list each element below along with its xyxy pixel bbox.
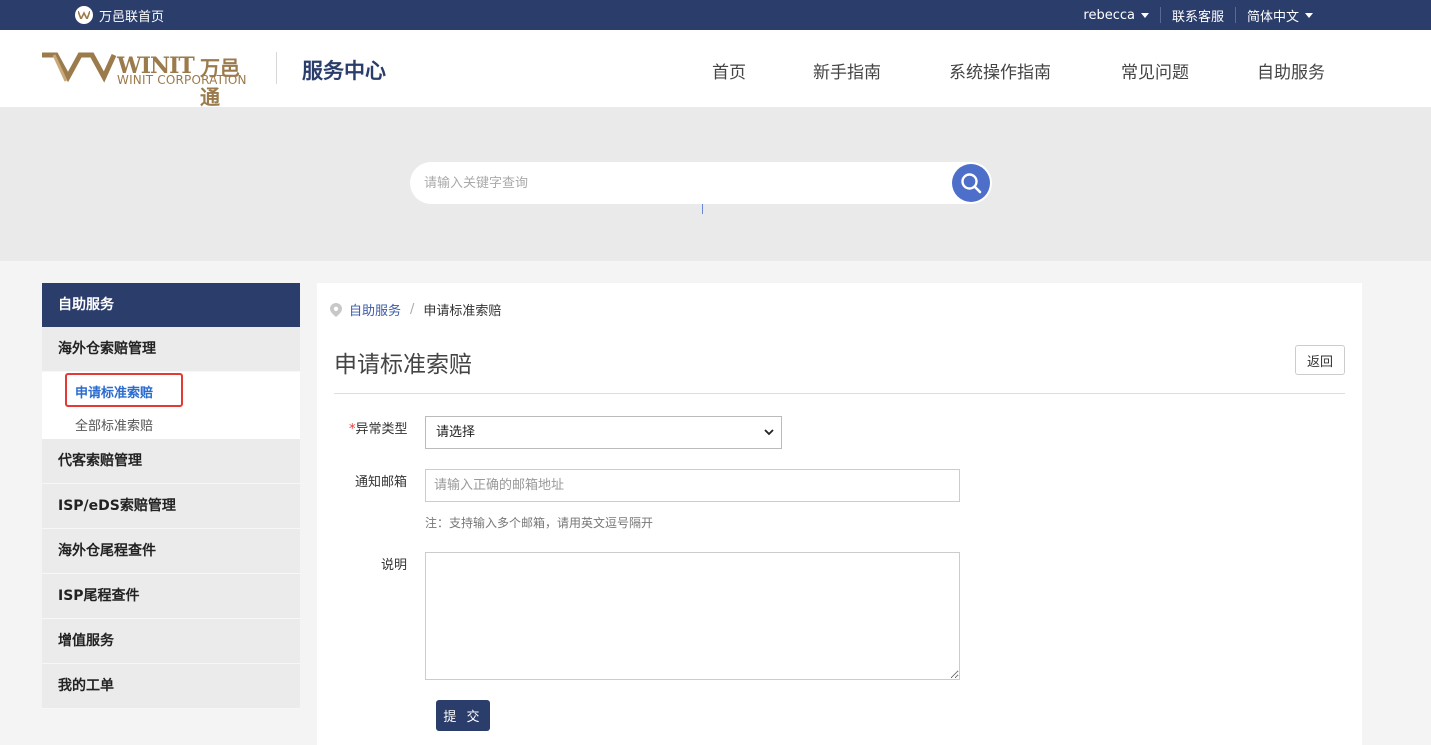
location-pin-icon (330, 302, 342, 317)
submit-button[interactable]: 提 交 (436, 700, 490, 731)
language-label: 简体中文 (1246, 9, 1299, 25)
description-textarea[interactable] (425, 552, 960, 680)
page-title: 申请标准索赔 (334, 352, 472, 378)
support-link[interactable]: 联系客服 (1161, 6, 1235, 25)
exception-type-select[interactable]: 请选择 (425, 416, 782, 449)
top-bar: 万邑联首页 rebecca 联系客服 简体中文 (0, 0, 1431, 30)
chevron-down-icon (764, 429, 774, 436)
user-menu[interactable]: rebecca (1072, 8, 1160, 23)
main-panel: 自助服务 / 申请标准索赔 申请标准索赔 返回 *异常类型 请选择 通知邮箱 注… (317, 283, 1362, 745)
back-button[interactable]: 返回 (1295, 345, 1345, 375)
nav-faq[interactable]: 常见问题 (1121, 58, 1189, 83)
winit-mark-icon (42, 52, 116, 83)
breadcrumb-separator: / (410, 302, 415, 317)
brand-logo[interactable]: WINIT 万邑通 WINIT CORPORATION (42, 51, 252, 109)
sidebar-group-overseas-claims[interactable]: 海外仓索赔管理 (42, 327, 300, 372)
sidebar-group-isp-eds-claims[interactable]: ISP/eDS索赔管理 (42, 484, 300, 529)
search-banner (0, 107, 1431, 261)
nav-home[interactable]: 首页 (712, 58, 746, 83)
sidebar-group-value-added[interactable]: 增值服务 (42, 619, 300, 664)
search-button[interactable] (952, 164, 990, 202)
site-title: 服务中心 (302, 59, 386, 83)
breadcrumb-current: 申请标准索赔 (423, 304, 502, 319)
email-field[interactable] (425, 469, 960, 502)
sidebar-item-all-standard-claims[interactable]: 全部标准索赔 (75, 415, 153, 434)
text-cursor (702, 204, 703, 214)
user-name: rebecca (1083, 7, 1135, 23)
site-header: WINIT 万邑通 WINIT CORPORATION 服务中心 首页 新手指南… (0, 30, 1431, 109)
home-link-label: 万邑联首页 (99, 9, 165, 25)
sidebar-group-isp-tracking[interactable]: ISP尾程查件 (42, 574, 300, 619)
support-label: 联系客服 (1171, 9, 1224, 25)
exception-type-label: *异常类型 (349, 418, 408, 437)
sidebar-group-agent-claims[interactable]: 代客索赔管理 (42, 439, 300, 484)
sidebar-item-apply-standard-claim[interactable]: 申请标准索赔 (75, 382, 153, 401)
sidebar-header: 自助服务 (42, 283, 300, 327)
description-label: 说明 (381, 558, 408, 573)
search-icon (961, 173, 982, 194)
header-divider (276, 52, 277, 84)
search-input[interactable] (424, 173, 944, 193)
brand-corp: WINIT CORPORATION (117, 73, 247, 87)
exception-type-label-text: 异常类型 (355, 422, 408, 437)
chevron-down-icon (1140, 12, 1149, 18)
nav-self-service[interactable]: 自助服务 (1257, 58, 1325, 83)
sidebar: 自助服务 海外仓索赔管理 申请标准索赔 全部标准索赔 代客索赔管理 ISP/eD… (42, 283, 300, 709)
sidebar-subitems: 申请标准索赔 全部标准索赔 (42, 372, 300, 439)
title-divider (334, 393, 1345, 394)
chevron-down-icon (1305, 12, 1313, 18)
sidebar-group-overseas-tracking[interactable]: 海外仓尾程查件 (42, 529, 300, 574)
breadcrumb-parent[interactable]: 自助服务 (349, 300, 401, 319)
home-link[interactable]: 万邑联首页 (75, 0, 164, 30)
email-label: 通知邮箱 (355, 475, 408, 490)
language-select[interactable]: 简体中文 (1236, 6, 1324, 25)
search-box (410, 162, 992, 204)
nav-system-guide[interactable]: 系统操作指南 (949, 58, 1051, 83)
nav-beginner-guide[interactable]: 新手指南 (813, 58, 881, 83)
winit-logo-icon (75, 6, 93, 24)
top-bar-right: rebecca 联系客服 简体中文 (1072, 0, 1324, 30)
email-note: 注：支持输入多个邮箱，请用英文逗号隔开 (425, 516, 654, 530)
sidebar-group-my-tickets[interactable]: 我的工单 (42, 664, 300, 709)
exception-type-value: 请选择 (436, 425, 476, 440)
breadcrumb: 自助服务 / 申请标准索赔 (330, 300, 501, 319)
